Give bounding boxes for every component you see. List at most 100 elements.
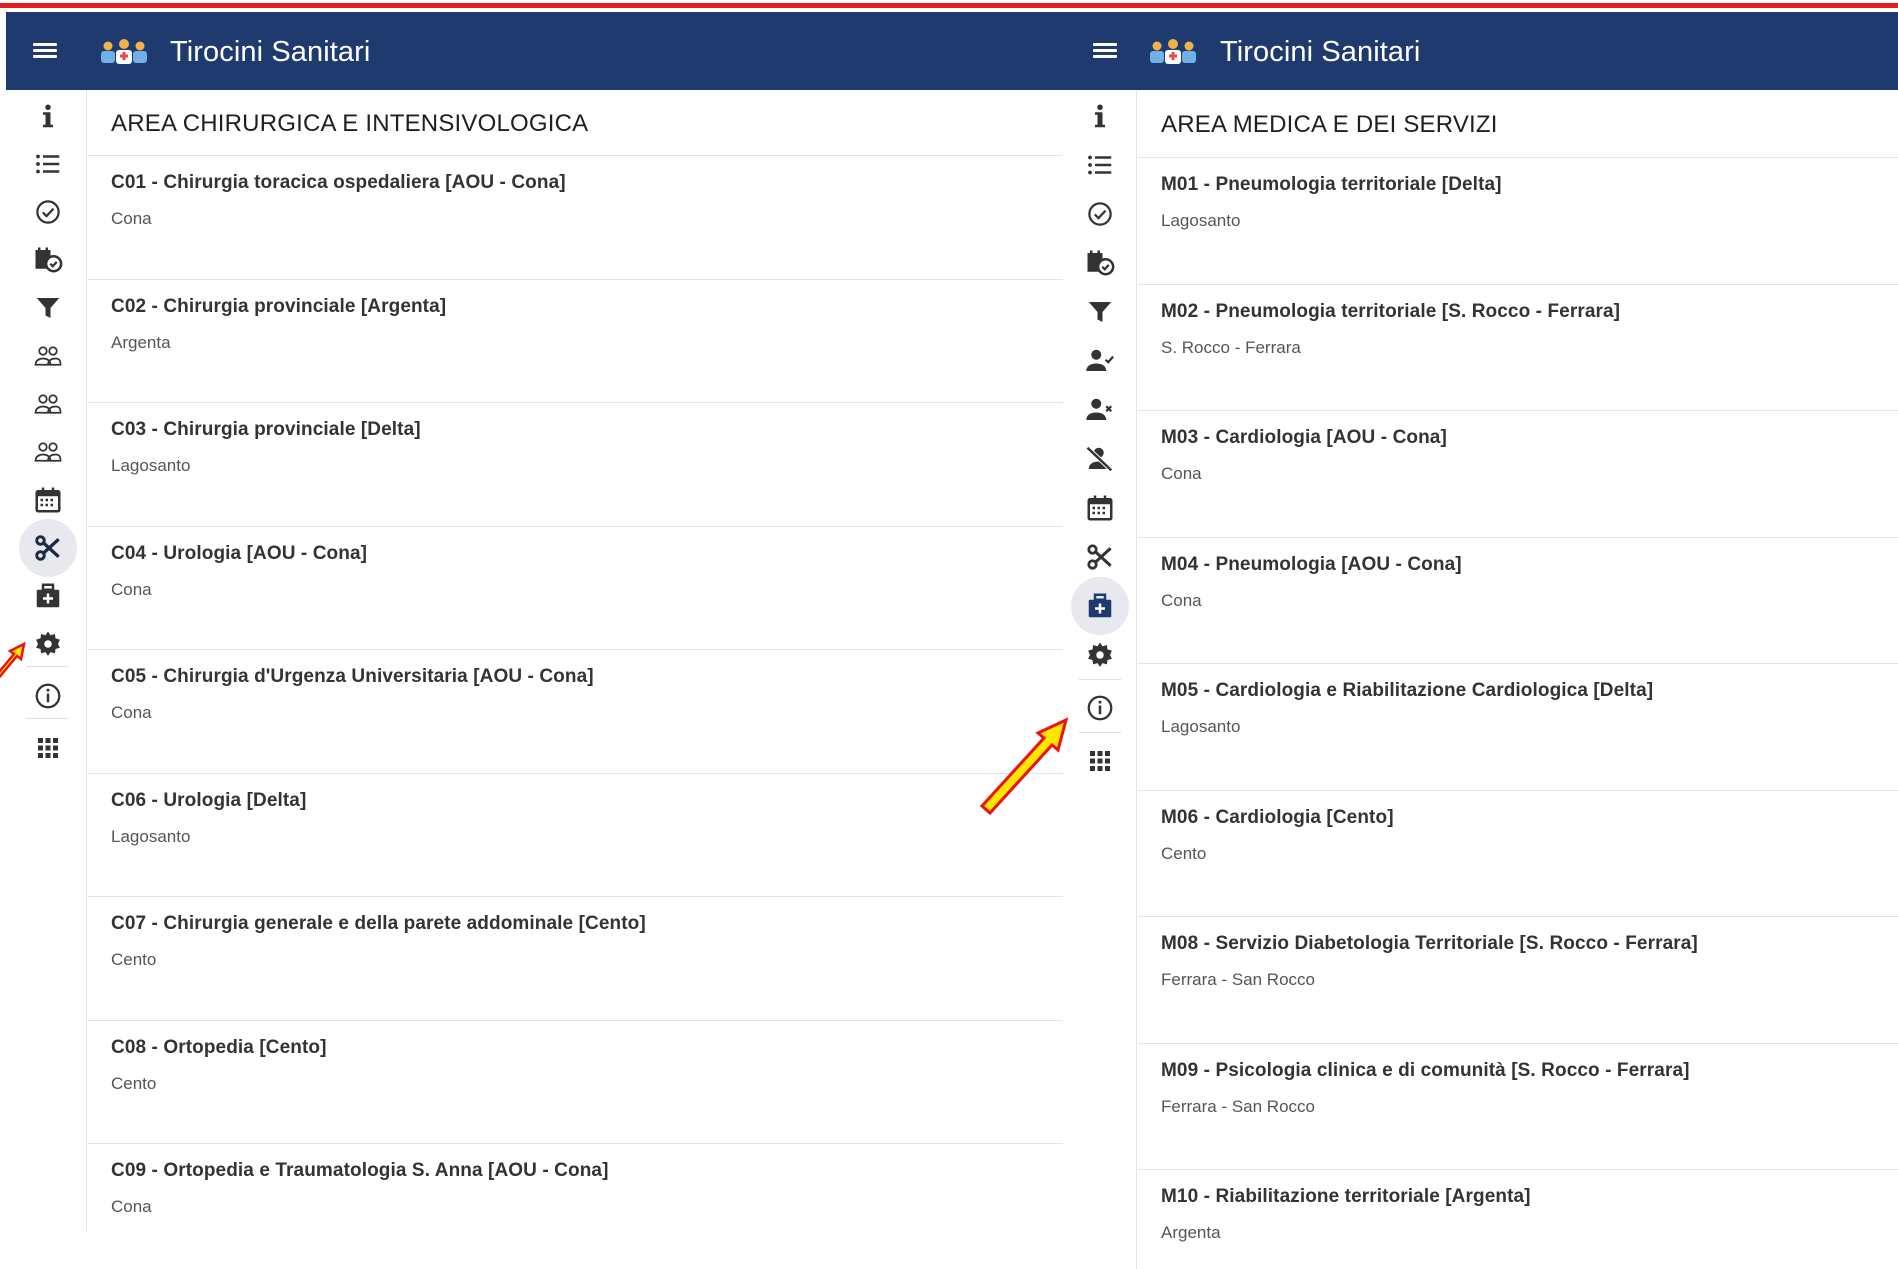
- item-title: C07 - Chirurgia generale e della parete …: [111, 913, 646, 934]
- hamburger-menu-icon[interactable]: [28, 34, 62, 68]
- item-location: Cona: [1161, 464, 1202, 483]
- list-icon[interactable]: [19, 138, 77, 190]
- item-location: Cento: [111, 950, 157, 969]
- item-location: Cona: [1161, 590, 1202, 610]
- apps-grid-icon[interactable]: [19, 722, 77, 774]
- gear-icon[interactable]: [1071, 629, 1129, 681]
- item-location: Lagosanto: [111, 456, 191, 475]
- list-item[interactable]: C07 - Chirurgia generale e della parete …: [88, 897, 1063, 1021]
- hamburger-menu-icon[interactable]: [1088, 34, 1122, 68]
- filter-icon[interactable]: [19, 282, 77, 334]
- rail-divider: [26, 718, 68, 719]
- item-title: C08 - Ortopedia [Cento]: [111, 1036, 327, 1058]
- item-title: M09 - Psicologia clinica e di comunità […: [1161, 1059, 1690, 1081]
- app-title: Tirocini Sanitari: [1220, 36, 1421, 68]
- info-icon[interactable]: [19, 90, 77, 142]
- medical-team-logo-icon: [101, 39, 147, 64]
- list-item[interactable]: C01 - Chirurgia toracica ospedaliera [AO…: [88, 156, 1063, 280]
- item-title: M06 - Cardiologia [Cento]: [1161, 806, 1394, 828]
- filter-icon[interactable]: [1071, 286, 1129, 338]
- app-bar: Tirocini Sanitari: [6, 12, 1063, 90]
- content-area: AREA MEDICA E DEI SERVIZI M01 - Pneumolo…: [1138, 90, 1898, 1269]
- item-title: C03 - Chirurgia provinciale [Delta]: [111, 419, 421, 440]
- calendar-check-icon[interactable]: [1071, 237, 1129, 289]
- app-title: Tirocini Sanitari: [170, 36, 371, 68]
- medical-bag-icon[interactable]: [19, 570, 77, 622]
- item-location: Ferrara - San Rocco: [1161, 1096, 1315, 1116]
- list-item[interactable]: C04 - Urologia [AOU - Cona] Cona: [88, 527, 1063, 650]
- scissors-icon[interactable]: [1071, 531, 1129, 583]
- scissors-icon[interactable]: [19, 519, 77, 577]
- app-window-surgical: Tirocini Sanitari AREA CHIRURGICA E INTE…: [6, 12, 1063, 1231]
- list-item[interactable]: C08 - Ortopedia [Cento] Cento: [88, 1021, 1063, 1144]
- content-area: AREA CHIRURGICA E INTENSIVOLOGICA C01 - …: [88, 90, 1063, 1231]
- list-item[interactable]: C06 - Urologia [Delta] Lagosanto: [88, 774, 1063, 897]
- list-item[interactable]: C09 - Ortopedia e Traumatologia S. Anna …: [88, 1144, 1063, 1231]
- people-icon[interactable]: [19, 330, 77, 382]
- item-title: C04 - Urologia [AOU - Cona]: [111, 542, 368, 564]
- list-item[interactable]: M06 - Cardiologia [Cento] Cento: [1138, 791, 1898, 917]
- item-location: Cona: [111, 703, 152, 722]
- item-location: Lagosanto: [1161, 211, 1241, 230]
- apps-grid-icon[interactable]: [1071, 735, 1129, 787]
- item-location: Ferrara - San Rocco: [1161, 970, 1315, 989]
- list-item[interactable]: C03 - Chirurgia provinciale [Delta] Lagos…: [88, 403, 1063, 527]
- app-bar: Tirocini Sanitari: [1063, 12, 1898, 90]
- item-title: M03 - Cardiologia [AOU - Cona]: [1161, 427, 1447, 448]
- item-location: Cona: [111, 1197, 152, 1216]
- list-item[interactable]: M09 - Psicologia clinica e di comunità […: [1138, 1044, 1898, 1170]
- item-location: Cento: [111, 1073, 157, 1093]
- calendar-icon[interactable]: [1071, 482, 1129, 534]
- item-location: Lagosanto: [111, 826, 191, 846]
- item-location: Cona: [111, 209, 152, 228]
- section-title: AREA CHIRURGICA E INTENSIVOLOGICA: [88, 90, 1063, 156]
- item-title: M08 - Servizio Diabetologia Territoriale…: [1161, 933, 1698, 954]
- list-item[interactable]: M01 - Pneumologia territoriale [Delta] La…: [1138, 158, 1898, 285]
- person-off-icon[interactable]: [1071, 433, 1129, 485]
- item-title: M05 - Cardiologia e Riabilitazione Cardi…: [1161, 680, 1654, 701]
- list-item[interactable]: M04 - Pneumologia [AOU - Cona] Cona: [1138, 538, 1898, 664]
- callout-arrow-icon: [0, 641, 26, 678]
- item-location: Argenta: [111, 332, 171, 352]
- item-title: M10 - Riabilitazione territoriale [Argen…: [1161, 1186, 1531, 1207]
- item-title: M04 - Pneumologia [AOU - Cona]: [1161, 553, 1462, 575]
- rail-divider: [26, 666, 68, 667]
- top-red-rule: [0, 0, 1898, 10]
- section-title: AREA MEDICA E DEI SERVIZI: [1138, 90, 1898, 158]
- item-title: C06 - Urologia [Delta]: [111, 789, 307, 811]
- people-icon[interactable]: [19, 378, 77, 430]
- callout-arrow-icon: [979, 717, 1069, 816]
- rail-divider: [1079, 679, 1121, 680]
- info-icon[interactable]: [1071, 90, 1129, 142]
- item-title: C09 - Ortopedia e Traumatologia S. Anna …: [111, 1160, 609, 1181]
- item-title: C01 - Chirurgia toracica ospedaliera [AO…: [111, 172, 566, 193]
- person-check-icon[interactable]: [1071, 335, 1129, 387]
- item-title: C02 - Chirurgia provinciale [Argenta]: [111, 295, 447, 317]
- medical-team-logo-icon: [1150, 39, 1196, 64]
- info-circle-icon[interactable]: [1071, 682, 1129, 734]
- check-circle-icon[interactable]: [19, 186, 77, 238]
- list-item[interactable]: C05 - Chirurgia d'Urgenza Universitaria …: [88, 650, 1063, 774]
- item-location: Lagosanto: [1161, 717, 1241, 736]
- list-item[interactable]: M08 - Servizio Diabetologia Territoriale…: [1138, 917, 1898, 1044]
- item-location: Cento: [1161, 843, 1207, 863]
- item-location: Argenta: [1161, 1223, 1221, 1242]
- medical-bag-icon[interactable]: [1071, 577, 1129, 635]
- list-item[interactable]: M02 - Pneumologia territoriale [S. Rocco…: [1138, 285, 1898, 411]
- app-window-medical: Tirocini Sanitari AREA MEDICA E DEI SERV…: [1063, 12, 1898, 1269]
- list-item[interactable]: M03 - Cardiologia [AOU - Cona] Cona: [1138, 411, 1898, 538]
- calendar-check-icon[interactable]: [19, 234, 77, 286]
- list-item[interactable]: M05 - Cardiologia e Riabilitazione Cardi…: [1138, 664, 1898, 791]
- item-title: M01 - Pneumologia territoriale [Delta]: [1161, 174, 1502, 195]
- people-icon[interactable]: [19, 426, 77, 478]
- rail-divider: [1079, 732, 1121, 733]
- item-title: M02 - Pneumologia territoriale [S. Rocco…: [1161, 300, 1621, 322]
- list-item[interactable]: M10 - Riabilitazione territoriale [Argen…: [1138, 1170, 1898, 1269]
- navigation-rail: [1063, 90, 1137, 1269]
- person-remove-icon[interactable]: [1071, 384, 1129, 436]
- item-location: S. Rocco - Ferrara: [1161, 337, 1301, 357]
- list-icon[interactable]: [1071, 139, 1129, 191]
- item-location: Cona: [111, 579, 152, 599]
- check-circle-icon[interactable]: [1071, 188, 1129, 240]
- list-item[interactable]: C02 - Chirurgia provinciale [Argenta] Arg…: [88, 280, 1063, 403]
